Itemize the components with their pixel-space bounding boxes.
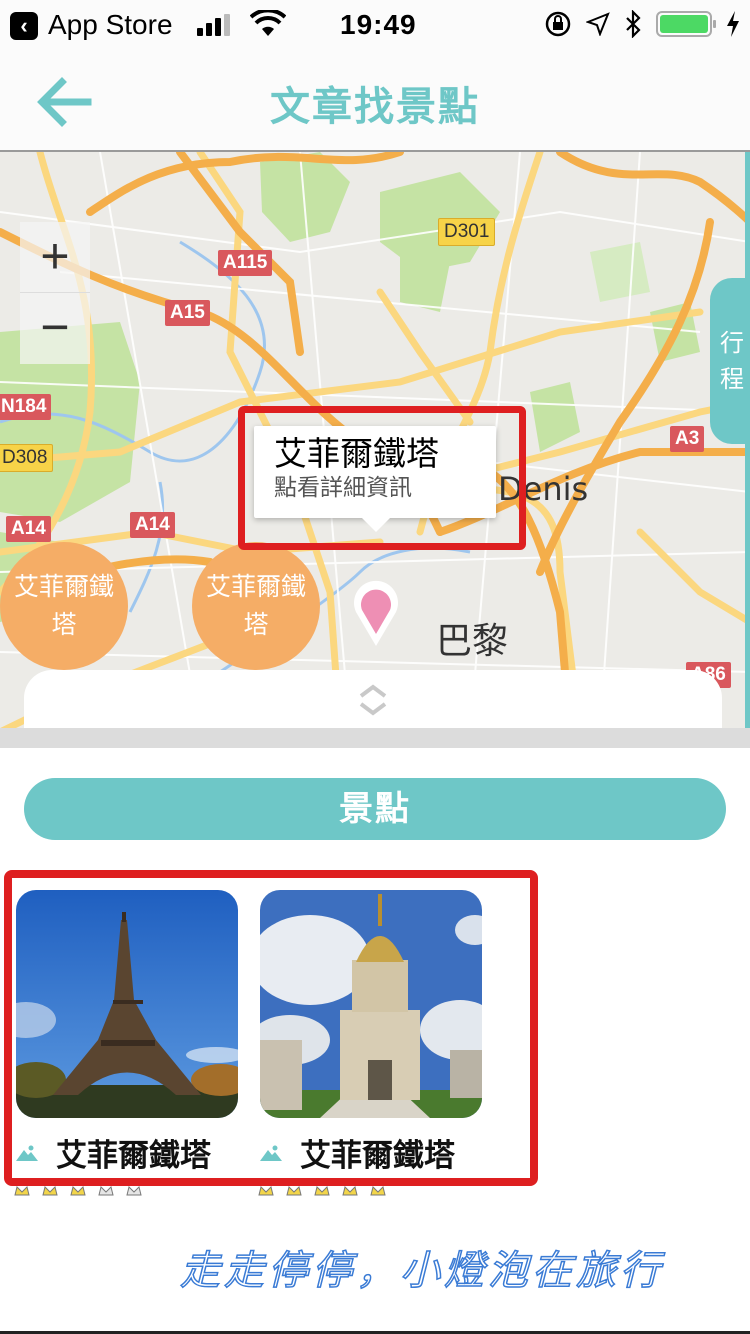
rating-stars xyxy=(258,1184,386,1196)
brand-watermark: 走走停停，小燈泡在旅行 xyxy=(179,1247,664,1295)
page-title: 文章找景點 xyxy=(270,84,480,130)
divider xyxy=(0,728,750,748)
battery-icon xyxy=(656,11,716,37)
star-filled-icon xyxy=(42,1186,58,1196)
road-label: A3 xyxy=(670,426,705,452)
star-empty-icon xyxy=(126,1186,142,1196)
callout-subtitle: 點看詳細資訊 xyxy=(274,475,412,501)
les-invalides-photo xyxy=(260,890,482,1118)
rotation-lock-icon xyxy=(545,11,571,37)
back-app-label[interactable]: App Store xyxy=(48,9,173,41)
star-filled-icon xyxy=(370,1186,386,1196)
star-empty-icon xyxy=(98,1186,114,1196)
map-view[interactable]: A115 A15 D301 N184 D308 A14 A14 A3 A86 D… xyxy=(0,150,750,730)
map-pin-icon[interactable] xyxy=(350,576,402,648)
cellular-signal-icon xyxy=(197,14,230,36)
itinerary-tab[interactable]: 行 程 xyxy=(710,278,750,444)
map-callout[interactable]: 艾菲爾鐵塔 點看詳細資訊 xyxy=(254,426,496,532)
place-label-paris: 巴黎 xyxy=(436,621,509,662)
callout-title: 艾菲爾鐵塔 xyxy=(274,434,439,473)
clock: 19:49 xyxy=(340,9,417,40)
status-bar: ‹ App Store 19:49 xyxy=(0,0,750,52)
attraction-card[interactable]: 艾菲爾鐵塔 xyxy=(14,890,240,1196)
star-filled-icon xyxy=(342,1186,358,1196)
back-to-app-icon[interactable]: ‹ xyxy=(10,12,38,40)
navigation-bar: 文章找景點 xyxy=(0,52,750,150)
road-label: N184 xyxy=(0,394,52,420)
bluetooth-icon xyxy=(626,10,641,38)
star-filled-icon xyxy=(286,1186,302,1196)
zoom-in-button[interactable]: + xyxy=(20,222,90,292)
road-label: D308 xyxy=(0,444,54,472)
star-filled-icon xyxy=(70,1186,86,1196)
itinerary-tab-char: 程 xyxy=(720,365,744,393)
star-filled-icon xyxy=(258,1186,274,1196)
road-label: A14 xyxy=(6,516,51,542)
road-label: A14 xyxy=(130,512,175,538)
zoom-out-button[interactable]: − xyxy=(20,292,90,362)
charging-bolt-icon xyxy=(727,11,739,37)
location-arrow-icon xyxy=(586,12,610,36)
expand-collapse-icon xyxy=(359,684,387,716)
map-cluster-marker[interactable]: 艾菲爾鐵塔 xyxy=(192,542,320,670)
zoom-controls: + − xyxy=(20,222,90,364)
attractions-section-button[interactable]: 景點 xyxy=(24,778,726,840)
bottom-sheet-handle[interactable] xyxy=(24,670,722,730)
attraction-card[interactable]: 艾菲爾鐵塔 xyxy=(258,890,484,1196)
eiffel-tower-photo xyxy=(16,890,238,1118)
road-label: A15 xyxy=(165,300,210,326)
attraction-name: 艾菲爾鐵塔 xyxy=(56,1138,211,1174)
mountain-icon xyxy=(260,1145,282,1161)
attraction-name: 艾菲爾鐵塔 xyxy=(300,1138,455,1174)
road-label: D301 xyxy=(438,218,496,246)
itinerary-tab-char: 行 xyxy=(720,329,744,357)
star-filled-icon xyxy=(14,1186,30,1196)
mountain-icon xyxy=(16,1145,38,1161)
road-label: A115 xyxy=(218,250,273,276)
rating-stars xyxy=(14,1184,142,1196)
map-cluster-marker[interactable]: 艾菲爾鐵塔 xyxy=(0,542,128,670)
star-filled-icon xyxy=(314,1186,330,1196)
wifi-icon xyxy=(250,10,286,36)
